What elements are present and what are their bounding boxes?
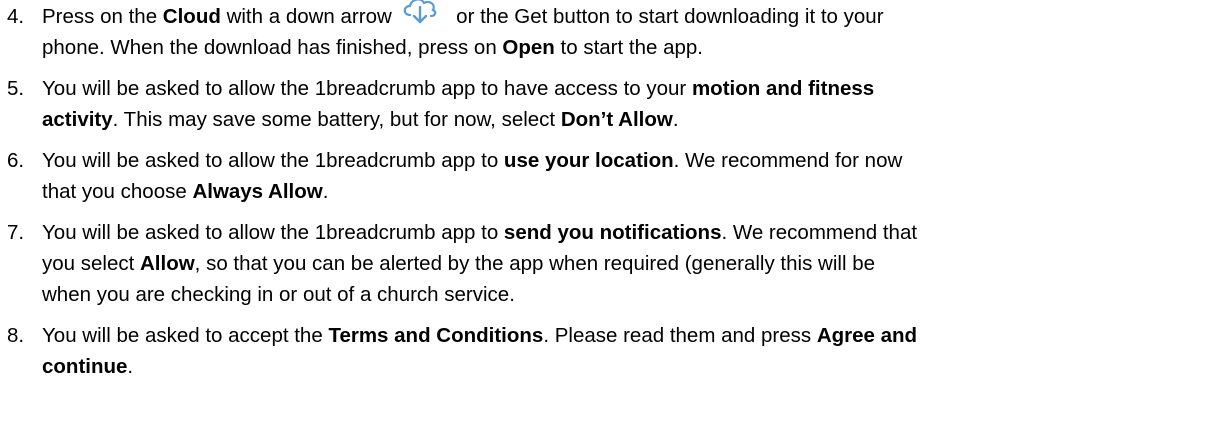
emphasized-text: Cloud xyxy=(162,5,221,28)
emphasized-text: Don’t Allow xyxy=(560,108,673,131)
list-item-line: continue. xyxy=(42,351,133,382)
emphasized-text: Always Allow xyxy=(192,180,323,203)
text-segment: . We recommend for now xyxy=(673,149,903,172)
emphasized-text: activity xyxy=(42,108,113,131)
list-item-line: You will be asked to allow the 1breadcru… xyxy=(42,217,917,248)
instruction-document: 4. Press on the Cloud with a down arrow o… xyxy=(0,0,1215,423)
text-segment: you select xyxy=(42,252,140,275)
emphasized-text: send you notifications xyxy=(503,221,722,244)
emphasized-text: Agree and xyxy=(816,324,918,347)
list-item-line: you select Allow, so that you can be ale… xyxy=(42,248,875,279)
emphasized-text: Terms and Conditions xyxy=(328,324,544,347)
list-item-line: phone. When the download has finished, p… xyxy=(42,32,703,63)
text-segment: Press on the xyxy=(42,5,163,28)
list-item-line: You will be asked to accept the Terms an… xyxy=(42,320,917,351)
list-item-line: You will be asked to allow the 1breadcru… xyxy=(42,73,874,104)
emphasized-text: use your location xyxy=(503,149,674,172)
text-segment: You will be asked to allow the 1breadcru… xyxy=(42,221,504,244)
list-item-line: activity. This may save some battery, bu… xyxy=(42,104,679,135)
list-item-line: that you choose Always Allow. xyxy=(42,176,328,207)
text-segment: when you are checking in or out of a chu… xyxy=(42,283,515,306)
text-segment: . We recommend that xyxy=(721,221,918,244)
list-item-line: when you are checking in or out of a chu… xyxy=(42,279,515,310)
text-segment: . xyxy=(672,108,679,131)
text-segment: You will be asked to allow the 1breadcru… xyxy=(42,149,504,172)
emphasized-text: Open xyxy=(502,36,555,59)
text-segment: , so that you can be alerted by the app … xyxy=(194,252,875,275)
list-item-line: Press on the Cloud with a down arrow or … xyxy=(42,0,884,32)
text-segment: . Please read them and press xyxy=(543,324,817,347)
text-segment: . xyxy=(127,355,134,378)
text-segment: that you choose xyxy=(42,180,193,203)
emphasized-text: motion and fitness xyxy=(691,77,875,100)
list-item-number: 4. xyxy=(7,5,25,28)
cloud-download-icon xyxy=(401,0,439,24)
list-item-line: You will be asked to allow the 1breadcru… xyxy=(42,145,902,176)
text-segment: or the Get button to start downloading i… xyxy=(450,5,884,28)
text-segment: with a down arrow xyxy=(220,5,398,28)
text-segment: . xyxy=(322,180,329,203)
text-segment: phone. When the download has finished, p… xyxy=(42,36,503,59)
list-item-number: 5. xyxy=(7,77,25,100)
emphasized-text: Allow xyxy=(140,252,195,275)
text-segment: You will be asked to allow the 1breadcru… xyxy=(42,77,692,100)
text-segment: to start the app. xyxy=(554,36,703,59)
list-item-number: 8. xyxy=(7,324,25,347)
text-segment: You will be asked to accept the xyxy=(42,324,329,347)
text-segment: . This may save some battery, but for no… xyxy=(112,108,561,131)
list-item-number: 6. xyxy=(7,149,25,172)
emphasized-text: continue xyxy=(42,355,128,378)
list-item-number: 7. xyxy=(7,221,25,244)
